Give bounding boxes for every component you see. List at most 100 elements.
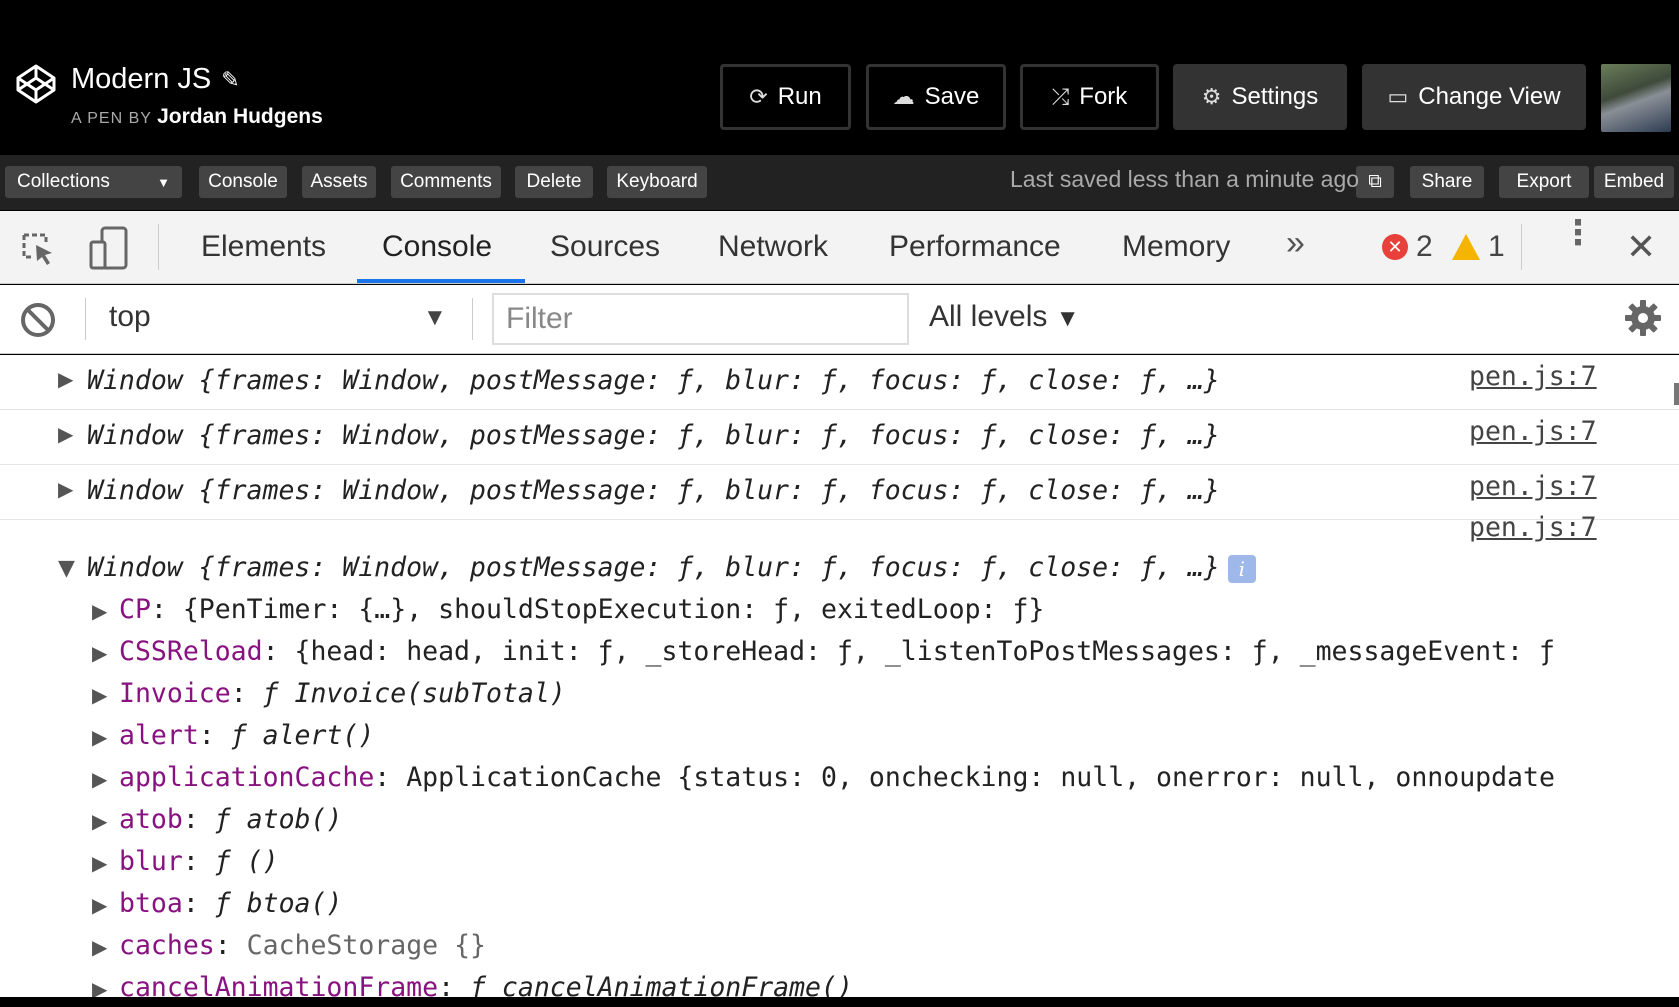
source-link[interactable]: pen.js:7 xyxy=(1469,416,1597,447)
source-link[interactable]: pen.js:7 xyxy=(1469,361,1597,392)
collapse-triangle-icon[interactable]: ▼ xyxy=(58,556,75,581)
expand-triangle-icon[interactable]: ▶ xyxy=(92,935,107,959)
console-button[interactable]: Console xyxy=(199,166,287,198)
expand-triangle-icon[interactable]: ▶ xyxy=(92,683,107,707)
property-name: atob xyxy=(119,804,183,835)
expanded-log-text[interactable]: Window {frames: Window, postMessage: ƒ, … xyxy=(87,552,1220,583)
expand-triangle-icon[interactable]: ▶ xyxy=(92,725,107,749)
export-button[interactable]: Export xyxy=(1499,166,1589,198)
log-message[interactable]: Window {frames: Window, postMessage: ƒ, … xyxy=(87,475,1220,506)
embed-button[interactable]: Embed xyxy=(1594,166,1674,198)
source-link[interactable]: pen.js:7 xyxy=(1469,471,1597,502)
settings-button[interactable]: ⚙ Settings xyxy=(1173,64,1347,130)
keyboard-button[interactable]: Keyboard xyxy=(607,166,707,198)
expand-triangle-icon[interactable]: ▶ xyxy=(92,599,107,623)
property-value: CacheStorage {} xyxy=(246,930,486,961)
more-tabs-chevron-icon[interactable]: » xyxy=(1286,224,1305,263)
filter-input[interactable] xyxy=(492,293,909,345)
info-icon[interactable]: i xyxy=(1227,554,1256,583)
error-count: 2 xyxy=(1416,230,1433,263)
close-devtools-icon[interactable]: ✕ xyxy=(1626,226,1656,268)
console-settings-gear-icon[interactable] xyxy=(1624,299,1662,337)
context-select[interactable]: top xyxy=(109,300,151,334)
collections-dropdown[interactable]: Collections ▼ xyxy=(5,166,182,198)
console-log-row[interactable]: ▶ Window {frames: Window, postMessage: ƒ… xyxy=(0,410,1679,465)
change-view-button-label: Change View xyxy=(1418,83,1561,110)
delete-button[interactable]: Delete xyxy=(515,166,593,198)
device-toolbar-icon[interactable] xyxy=(88,226,130,270)
active-tab-indicator xyxy=(357,279,525,283)
property-name: blur xyxy=(119,846,183,877)
console-log-row[interactable]: ▶ Window {frames: Window, postMessage: ƒ… xyxy=(0,465,1679,520)
warning-counter[interactable]: 1 xyxy=(1452,230,1505,264)
property-value: ƒ atob() xyxy=(214,804,343,835)
tab-performance[interactable]: Performance xyxy=(889,230,1061,264)
expand-triangle-icon[interactable]: ▶ xyxy=(58,477,73,501)
expand-triangle-icon[interactable]: ▶ xyxy=(58,422,73,446)
clear-console-icon[interactable] xyxy=(19,301,57,339)
property-value: {head: head, init: ƒ, _storeHead: ƒ, _li… xyxy=(294,636,1555,667)
fork-button-label: Fork xyxy=(1079,83,1128,110)
filter-separator xyxy=(472,298,473,340)
context-dropdown-arrow-icon[interactable]: ▼ xyxy=(423,304,447,332)
expand-triangle-icon[interactable]: ▶ xyxy=(92,641,107,665)
pen-title-text[interactable]: Modern JS xyxy=(71,63,211,96)
console-output[interactable]: ▶ Window {frames: Window, postMessage: ƒ… xyxy=(0,355,1679,997)
share-button[interactable]: Share xyxy=(1410,166,1484,198)
tab-separator xyxy=(1521,224,1522,270)
object-property[interactable]: Invoice: ƒ Invoice(subTotal) xyxy=(119,678,566,709)
inspect-element-icon[interactable] xyxy=(20,231,56,267)
property-value: ƒ () xyxy=(214,846,279,877)
fork-icon: ⤮ xyxy=(1051,84,1070,109)
error-icon: ✕ xyxy=(1382,234,1408,260)
expand-triangle-icon[interactable]: ▶ xyxy=(58,367,73,391)
fork-button[interactable]: ⤮ Fork xyxy=(1020,64,1159,130)
tab-network[interactable]: Network xyxy=(718,230,828,264)
expand-triangle-icon[interactable]: ▶ xyxy=(92,977,107,997)
tab-memory[interactable]: Memory xyxy=(1122,230,1230,264)
object-property[interactable]: btoa: ƒ btoa() xyxy=(119,888,342,919)
pen-toolbar: Collections ▼ Console Assets Comments De… xyxy=(0,155,1679,210)
object-property[interactable]: alert: ƒ alert() xyxy=(119,720,374,751)
external-link-icon[interactable]: ⧉ xyxy=(1356,166,1394,198)
object-property[interactable]: caches: CacheStorage {} xyxy=(119,930,486,961)
save-button[interactable]: ☁ Save xyxy=(866,64,1006,130)
object-property[interactable]: CP: {PenTimer: {…}, shouldStopExecution:… xyxy=(119,594,1044,625)
expand-triangle-icon[interactable]: ▶ xyxy=(92,893,107,917)
log-levels-dropdown[interactable]: All levels ▼ xyxy=(929,300,1079,334)
user-avatar[interactable] xyxy=(1601,64,1671,132)
assets-button[interactable]: Assets xyxy=(302,166,376,198)
saved-status: Last saved less than a minute ago xyxy=(1010,166,1360,192)
author-link[interactable]: Jordan Hudgens xyxy=(157,105,323,128)
property-value: ApplicationCache {status: 0, onchecking:… xyxy=(406,762,1555,793)
chevron-down-icon: ▼ xyxy=(1055,305,1080,332)
tab-elements[interactable]: Elements xyxy=(201,230,326,264)
source-link[interactable]: pen.js:7 xyxy=(1469,512,1597,543)
object-property[interactable]: CSSReload: {head: head, init: ƒ, _storeH… xyxy=(119,636,1555,667)
run-button[interactable]: ⟳ Run xyxy=(720,64,851,130)
pen-title[interactable]: Modern JS ✎ xyxy=(71,63,240,96)
expand-triangle-icon[interactable]: ▶ xyxy=(92,851,107,875)
console-scrollbar[interactable] xyxy=(1674,383,1679,405)
codepen-header: Modern JS ✎ A PEN BY Jordan Hudgens ⟳ Ru… xyxy=(0,0,1679,148)
expanded-log-message[interactable]: Window {frames: Window, postMessage: ƒ, … xyxy=(87,552,1256,583)
log-message[interactable]: Window {frames: Window, postMessage: ƒ, … xyxy=(87,420,1220,451)
tab-sources[interactable]: Sources xyxy=(550,230,660,264)
expand-triangle-icon[interactable]: ▶ xyxy=(92,767,107,791)
expand-triangle-icon[interactable]: ▶ xyxy=(92,809,107,833)
object-property[interactable]: blur: ƒ () xyxy=(119,846,279,877)
comments-button[interactable]: Comments xyxy=(391,166,501,198)
log-message[interactable]: Window {frames: Window, postMessage: ƒ, … xyxy=(87,365,1220,396)
object-property[interactable]: cancelAnimationFrame: ƒ cancelAnimationF… xyxy=(119,972,853,997)
console-log-row[interactable]: ▶ Window {frames: Window, postMessage: ƒ… xyxy=(0,355,1679,410)
codepen-logo-icon[interactable] xyxy=(15,63,57,105)
more-options-kebab-icon[interactable]: ⋮ xyxy=(1561,216,1595,250)
property-name: cancelAnimationFrame xyxy=(119,972,439,997)
object-property[interactable]: atob: ƒ atob() xyxy=(119,804,342,835)
object-property[interactable]: applicationCache: ApplicationCache {stat… xyxy=(119,762,1555,793)
change-view-button[interactable]: ▭ Change View xyxy=(1362,64,1586,130)
error-counter[interactable]: ✕ 2 xyxy=(1382,230,1433,264)
tab-console[interactable]: Console xyxy=(382,230,492,264)
property-name: CP xyxy=(119,594,151,625)
edit-pencil-icon[interactable]: ✎ xyxy=(221,67,239,93)
